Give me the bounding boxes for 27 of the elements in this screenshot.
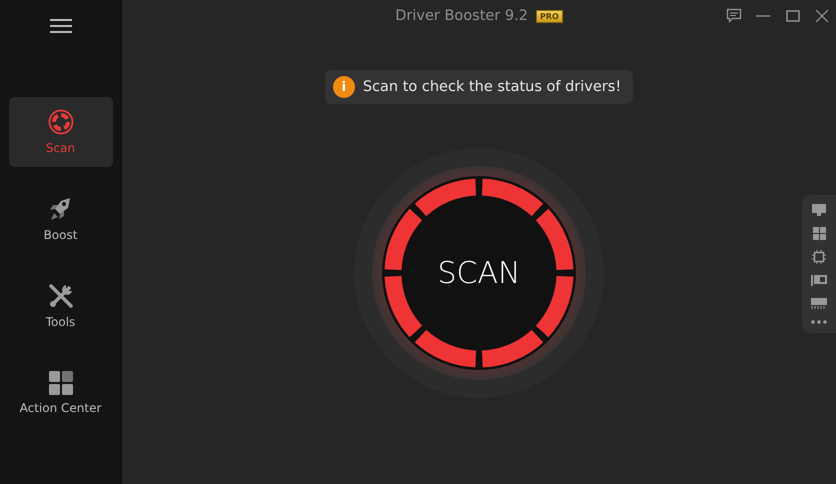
feedback-icon[interactable]	[726, 8, 742, 24]
close-icon[interactable]	[814, 8, 830, 24]
menu-icon[interactable]	[50, 19, 72, 33]
nav-item[interactable]: Tools	[8, 271, 112, 341]
rocket-icon	[48, 196, 72, 222]
nav-item[interactable]: Boost	[8, 184, 112, 254]
card-icon[interactable]	[811, 274, 827, 287]
pro-badge: PRO	[536, 10, 563, 22]
memory-icon[interactable]	[811, 297, 827, 309]
nav-label: Action Center	[20, 401, 102, 415]
nav-label: Tools	[46, 315, 76, 329]
nav-item[interactable]: Scan	[8, 97, 112, 167]
maximize-icon[interactable]	[784, 8, 802, 24]
more-icon[interactable]	[811, 319, 827, 325]
nav-label: Boost	[44, 228, 78, 242]
nav-label: Scan	[46, 141, 76, 155]
notice-text: Scan to check the status of drivers!	[362, 79, 622, 95]
grid-icon	[48, 371, 72, 395]
monitor-icon[interactable]	[812, 204, 826, 217]
scan-button[interactable]: SCAN	[354, 148, 604, 398]
chip-icon[interactable]	[812, 250, 826, 264]
windows-icon[interactable]	[812, 227, 826, 240]
nav-item[interactable]: Action Center	[8, 358, 112, 428]
tools-icon	[48, 283, 74, 309]
info-icon: i	[332, 76, 355, 98]
window-title: Driver Booster 9.2	[395, 8, 528, 24]
lifebuoy-icon	[48, 109, 74, 135]
